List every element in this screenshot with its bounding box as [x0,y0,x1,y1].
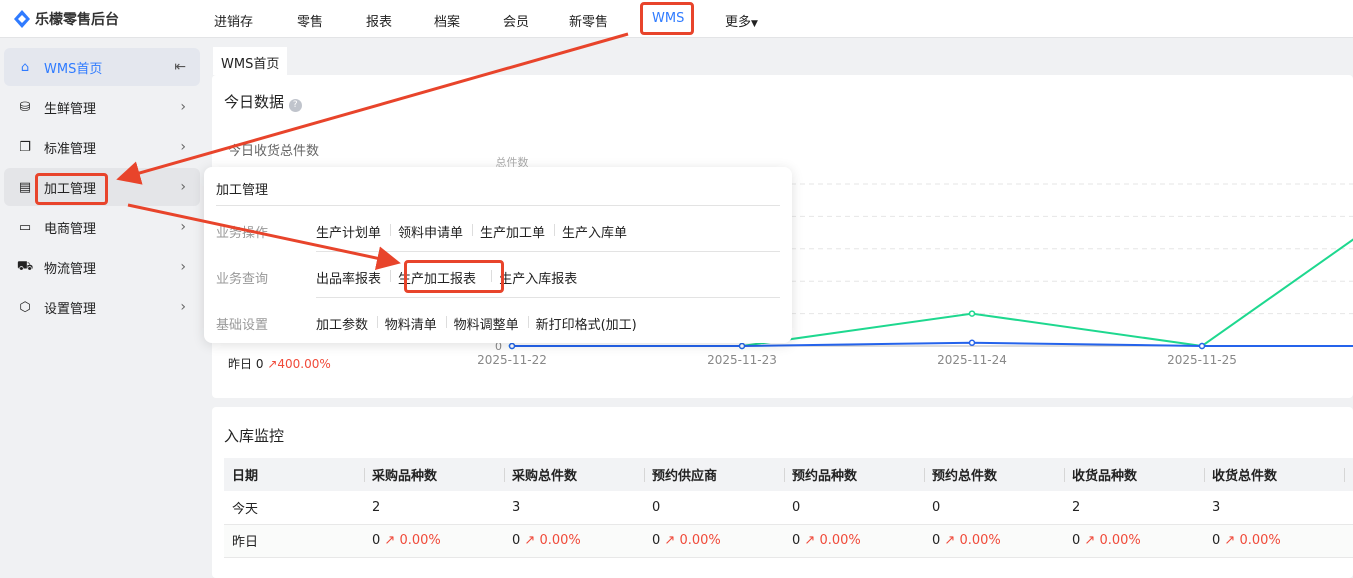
column-header: 预约品种数 [784,458,924,491]
change-percent: 0.00% [399,533,441,548]
change-percent: 0.00% [1099,533,1141,548]
cell: 0 ↗ 0.00% [644,524,784,558]
column-header: 预约供应商 [644,458,784,491]
trend-up-icon: ↗ [1224,533,1236,548]
value: 0 [792,533,801,548]
menu-item[interactable]: 加工参数 [316,314,368,333]
value: 0 [932,533,941,548]
cell: 0 ↗ 0.00% [784,524,924,558]
separator [390,224,391,236]
separator [376,316,378,328]
value: 0 [652,533,661,548]
cell: 0 [644,491,784,525]
data-point [968,339,976,347]
change-percent: 0.00% [1239,533,1281,548]
cell: 今天 [224,491,364,525]
inbound-table: 日期 采购品种数 采购总件数 预约供应商 预约品种数 预约总件数 收货品种数 收货总件数 今天… [224,458,1353,558]
value: 0 [512,533,521,548]
processing-menu-popup: 加工管理 业务操作 生产计划单 领料申请单 生产加工单 生产入库单业务查询 出品率报表 生产… [204,167,792,343]
cell: 0 [924,491,1064,525]
change-percent: 0.00% [679,533,721,548]
cell: 0 ↗ 0.00% [924,524,1064,558]
menu-item[interactable]: 领料申请单 [398,222,463,241]
cell: 2 [1064,491,1204,525]
menu-item[interactable]: 物料调整单 [454,314,519,333]
separator [527,316,529,328]
data-point [738,342,746,350]
menu-item[interactable]: 生产入库单 [562,222,627,241]
column-header: 收货品种数 [1064,458,1204,491]
cell: 昨日 [224,524,364,558]
trend-up-icon: ↗ [664,533,676,548]
column-header: 采购总件数 [504,458,644,491]
cell [1344,491,1353,525]
table-header: 日期 采购品种数 采购总件数 预约供应商 预约品种数 预约总件数 收货品种数 收货总件数 [224,458,1353,491]
divider [316,297,780,298]
cell: 0 ↗ 0.00% [1204,524,1344,558]
column-header-more [1344,458,1353,491]
column-header: 预约总件数 [924,458,1064,491]
separator [390,270,391,282]
group-label: 基础设置 [216,318,269,333]
cell: 0 ↗ 0.00% [364,524,504,558]
trend-up-icon: ↗ [524,533,536,548]
change-percent: 0.00% [539,533,581,548]
menu-item[interactable]: 生产计划单 [316,222,381,241]
x-tick-label: 2025-11-24 [937,353,1007,367]
cell: 0 ↗ 0.00% [1064,524,1204,558]
data-point [1198,342,1206,350]
cell: 2 [364,491,504,525]
table-row: 今天 2 3 0 0 0 2 3 [224,491,1353,525]
data-point [508,342,516,350]
trend-up-icon: ↗ [944,533,956,548]
column-header: 收货总件数 [1204,458,1344,491]
table-row: 昨日 0 ↗ 0.00% 0 ↗ 0.00% 0 ↗ 0.00% 0 ↗ 0.00% 0 … [224,524,1353,558]
change-percent: 0.00% [819,533,861,548]
menu-item[interactable]: 出品率报表 [316,268,381,287]
data-point [968,310,976,317]
group-label: 业务查询 [216,272,269,287]
group-label: 业务操作 [216,226,269,241]
inbound-title: 入库监控 [224,427,285,445]
separator [554,224,555,236]
cell [1344,524,1353,558]
menu-item[interactable]: 生产入库报表 [499,268,577,287]
cell: 0 [784,491,924,525]
value: 0 [372,533,381,548]
separator [472,224,473,236]
column-header: 日期 [224,458,364,491]
cell: 0 ↗ 0.00% [504,524,644,558]
popup-title: 加工管理 [216,183,269,198]
menu-item[interactable]: 新打印格式(加工) [536,314,637,333]
change-percent: 0.00% [959,533,1001,548]
menu-item[interactable]: 生产加工单 [480,222,545,241]
trend-up-icon: ↗ [804,533,816,548]
x-tick-label: 2025-11-23 [707,353,777,367]
cell: 3 [1204,491,1344,525]
divider [216,205,780,206]
column-header: 采购品种数 [364,458,504,491]
menu-item[interactable]: 物料清单 [385,314,437,333]
value: 0 [1072,533,1081,548]
trend-up-icon: ↗ [384,533,396,548]
trend-up-icon: ↗ [1084,533,1096,548]
annotation-highlight-report [404,260,504,293]
divider [316,251,780,252]
separator [445,316,447,328]
x-tick-label: 2025-11-22 [477,353,547,367]
x-tick-label: 2025-11-25 [1167,353,1237,367]
value: 0 [1212,533,1221,548]
cell: 3 [504,491,644,525]
